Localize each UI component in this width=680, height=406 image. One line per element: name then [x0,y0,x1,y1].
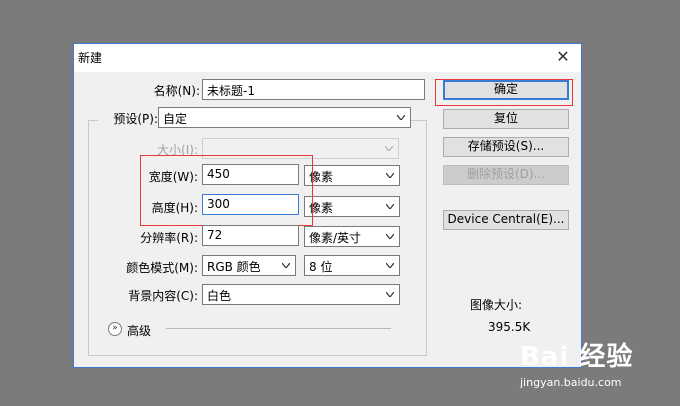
background-label: 背景内容(C): [128,289,198,303]
resolution-unit-select[interactable]: 像素/英寸 [304,226,400,247]
expand-advanced-icon[interactable]: » [108,322,122,336]
chevron-down-icon [386,263,394,268]
width-unit-select[interactable]: 像素 [304,165,400,186]
baidu-jingyan-watermark: Bai 经验 jingyan.baidu.com [520,336,672,396]
chevron-down-icon [282,263,290,268]
ok-highlight-box [435,79,573,106]
preset-label: 预设(P): [98,110,160,127]
highlight-box [140,155,313,226]
advanced-divider [166,328,391,329]
watermark-url: jingyan.baidu.com [520,376,622,389]
reset-button[interactable]: 复位 [443,109,569,129]
title-bar: 新建 ✕ [74,44,581,72]
new-document-dialog: 新建 ✕ 名称(N): 未标题-1 预设(P): 自定 大小(I): 宽度(W)… [73,43,582,368]
chevron-down-icon [386,292,394,297]
chevron-down-icon [386,173,394,178]
chevron-down-icon [386,234,394,239]
color-mode-value: RGB 颜色 [207,260,261,274]
background-select[interactable]: 白色 [202,284,400,305]
chevron-down-icon [386,204,394,209]
chevron-down-icon [385,146,393,151]
advanced-label[interactable]: 高级 [127,322,151,339]
watermark-logo: Bai 经验 [520,342,634,372]
resolution-unit-value: 像素/英寸 [309,231,362,245]
background-value: 白色 [207,289,232,303]
preset-value: 自定 [163,112,188,126]
chevron-down-icon [397,115,405,120]
resolution-label: 分辨率(R): [140,231,198,245]
height-unit-select[interactable]: 像素 [304,196,400,217]
name-label: 名称(N): [153,84,200,98]
preset-select[interactable]: 自定 [158,107,411,128]
delete-preset-button: 删除预设(D)... [443,165,569,185]
color-mode-label: 颜色模式(M): [126,261,198,275]
bit-depth-value: 8 位 [309,260,333,274]
resolution-input[interactable]: 72 [202,225,299,246]
bit-depth-select[interactable]: 8 位 [304,255,400,276]
close-icon[interactable]: ✕ [553,47,573,67]
image-size-label: 图像大小: [470,298,523,312]
device-central-button[interactable]: Device Central(E)... [443,210,569,230]
name-input[interactable]: 未标题-1 [202,79,425,100]
dialog-title: 新建 [78,51,103,65]
save-preset-button[interactable]: 存储预设(S)... [443,137,569,157]
image-size-value: 395.5K [488,320,531,334]
color-mode-select[interactable]: RGB 颜色 [202,255,296,276]
